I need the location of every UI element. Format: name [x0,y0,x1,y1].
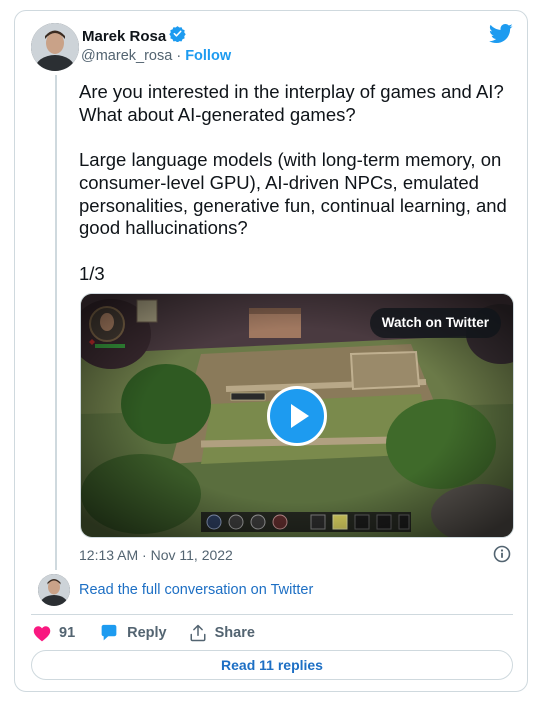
play-icon [291,404,309,428]
speech-bubble-icon [101,624,117,641]
tweet-timestamp[interactable]: 12:13 AM · Nov 11, 2022 [79,546,233,564]
reply-label: Reply [127,625,167,641]
tweet-paragraph: 1/3 [79,262,105,284]
tweet-paragraph: Large language models (with long-term me… [79,149,507,239]
share-label: Share [214,625,255,641]
watch-on-twitter-button[interactable]: Watch on Twitter [369,308,501,338]
read-replies-button[interactable]: Read 11 replies [31,650,513,680]
handle-separator: · [176,48,182,64]
author-name-text: Marek Rosa [82,27,167,45]
like-count: 91 [59,625,76,641]
avatar[interactable] [31,23,79,71]
share-button[interactable]: Share [189,624,255,642]
author-handle-row: @marek_rosa · Follow [81,46,231,66]
play-button[interactable] [267,386,327,446]
tweet-card: Marek Rosa @marek_rosa · Follow Are you … [14,10,528,692]
tweet-text: Are you interested in the interplay of g… [79,81,519,285]
author-name[interactable]: Marek Rosa [82,25,186,48]
verified-badge-icon [169,25,186,48]
avatar-small[interactable] [38,574,70,606]
author-handle[interactable]: @marek_rosa [81,48,172,64]
follow-link[interactable]: Follow [185,48,231,64]
reply-button[interactable]: Reply [99,624,167,642]
heart-icon [33,625,51,641]
info-icon[interactable] [493,545,511,563]
like-button[interactable]: 91 [33,625,75,642]
tweet-paragraph: Are you interested in the interplay of g… [79,81,504,125]
tweet-actions: 91 Reply Share [33,622,255,644]
thread-connector [55,75,57,570]
twitter-bird-icon[interactable] [489,24,513,44]
video-thumbnail[interactable]: Watch on Twitter [80,293,514,538]
divider [31,614,513,615]
share-icon [190,624,206,642]
read-conversation-link[interactable]: Read the full conversation on Twitter [79,580,313,600]
